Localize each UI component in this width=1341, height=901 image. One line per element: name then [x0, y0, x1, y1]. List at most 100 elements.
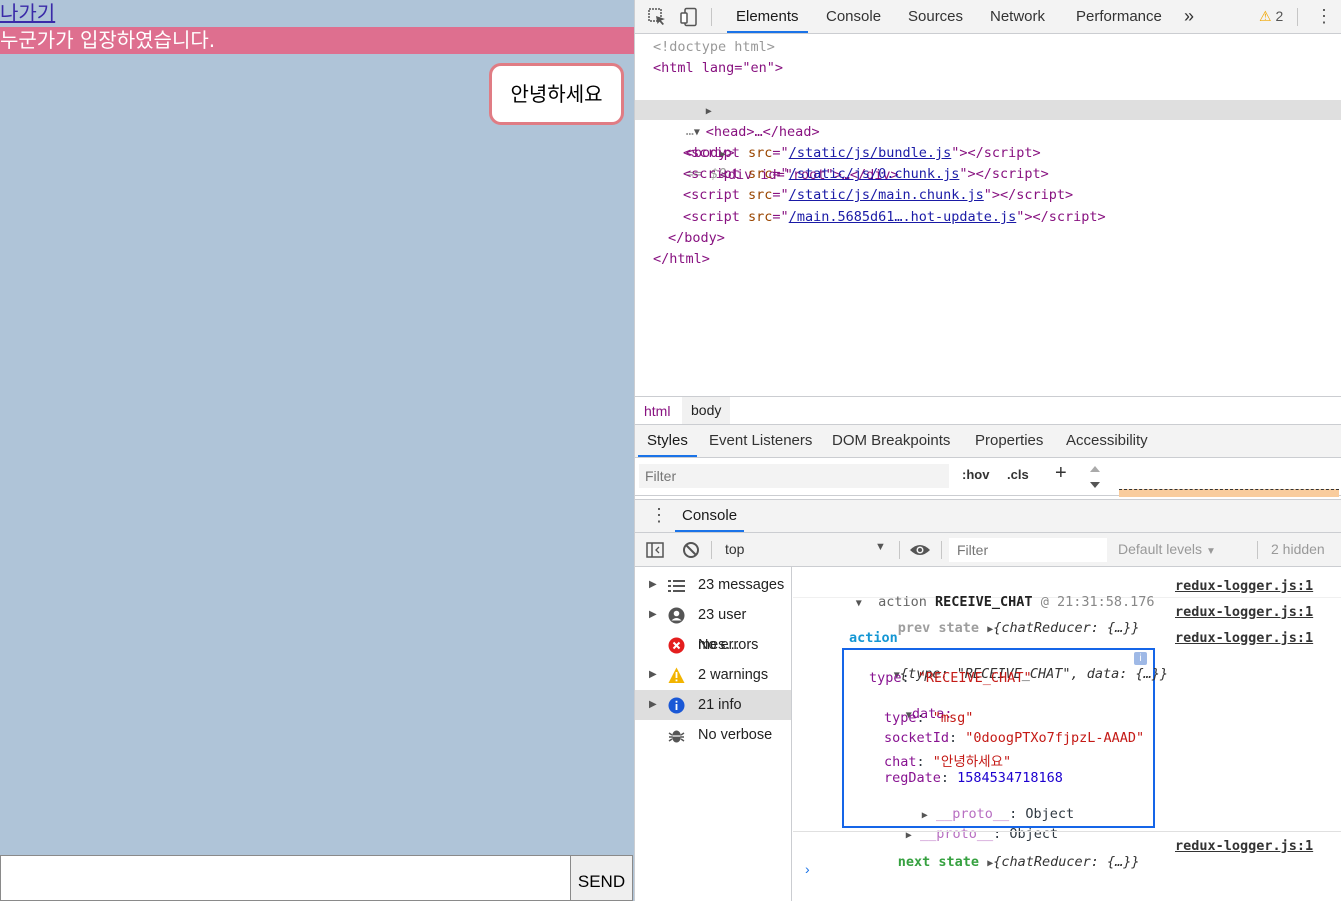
- data-type-line: type: "msg": [884, 710, 974, 726]
- tab-network[interactable]: Network: [990, 0, 1045, 33]
- source-link[interactable]: redux-logger.js:1: [1175, 630, 1313, 646]
- box-model-preview: [1119, 489, 1339, 497]
- reg-date-line: regDate: 1584534718168: [884, 770, 1063, 786]
- breadcrumb: html body: [635, 396, 1341, 425]
- tab-console[interactable]: Console: [826, 0, 881, 33]
- script-node[interactable]: <script src="/static/js/main.chunk.js"><…: [683, 185, 1073, 206]
- next-state-label: next state: [897, 854, 980, 870]
- join-notice: 누군가가 입장하였습니다.: [0, 27, 634, 54]
- toolbar-separator: [899, 541, 900, 559]
- expand-triangle-icon[interactable]: ▶: [649, 600, 657, 630]
- script-src-link[interactable]: /static/js/bundle.js: [789, 145, 952, 161]
- clear-console-icon[interactable]: [682, 541, 700, 559]
- devtools-panel: Elements Console Sources Network Perform…: [634, 0, 1341, 901]
- cls-toggle[interactable]: .cls: [1007, 467, 1029, 482]
- exit-link[interactable]: 나가기: [0, 0, 55, 27]
- script-node[interactable]: <script src="/static/js/0.chunk.js"></sc…: [683, 164, 1049, 185]
- devtools-toolbar: Elements Console Sources Network Perform…: [635, 0, 1341, 34]
- hov-toggle[interactable]: :hov: [962, 467, 989, 482]
- data-type-value: "msg": [932, 710, 974, 726]
- script-node[interactable]: <script src="/static/js/bundle.js"></scr…: [683, 143, 1041, 164]
- warning-icon: ⚠: [1259, 8, 1272, 24]
- tab-sources[interactable]: Sources: [908, 0, 963, 33]
- sidebar-item-info[interactable]: ▶ 21 info: [635, 690, 791, 720]
- action-label: action: [849, 630, 898, 646]
- source-link[interactable]: redux-logger.js:1: [1175, 604, 1313, 620]
- info-icon: [668, 697, 685, 714]
- sidebar-item-warnings[interactable]: ▶ 2 warnings: [635, 660, 791, 690]
- type-line: type: "RECEIVE_CHAT": [869, 670, 1032, 686]
- bug-icon: [668, 730, 685, 743]
- scroll-arrows-icon[interactable]: [1088, 462, 1102, 492]
- script-src-link[interactable]: /main.5685d61….hot-update.js: [789, 209, 1017, 225]
- sidebar-item-user-messages[interactable]: ▶ 23 user mes…: [635, 600, 791, 653]
- html-node[interactable]: <html lang="en">: [653, 58, 783, 79]
- socket-id-line: socketId: "0doogPTXo7fjpzL-AAAD": [884, 730, 1145, 746]
- source-link[interactable]: redux-logger.js:1: [1175, 578, 1313, 594]
- styles-filter-bar: :hov .cls +: [635, 459, 1341, 497]
- script-src-link[interactable]: /static/js/0.chunk.js: [789, 166, 960, 182]
- log-levels-label: Default levels: [1118, 541, 1203, 557]
- sidebar-item-messages[interactable]: ▶ 23 messages: [635, 570, 791, 600]
- expand-triangle-icon[interactable]: ▶: [649, 660, 657, 690]
- script-node[interactable]: <script src="/main.5685d61….hot-update.j…: [683, 207, 1106, 228]
- tab-event-listeners[interactable]: Event Listeners: [709, 425, 812, 457]
- script-src-link[interactable]: /static/js/main.chunk.js: [789, 187, 984, 203]
- dom-tree: <!doctype html> <html lang="en"> ▶ <head…: [635, 35, 1341, 395]
- source-link[interactable]: redux-logger.js:1: [1175, 838, 1313, 854]
- styles-filter-input[interactable]: [639, 464, 949, 488]
- html-close-tag[interactable]: </html>: [653, 249, 710, 270]
- next-state-line[interactable]: next state ▶{chatReducer: {…}}: [849, 838, 1140, 886]
- socket-id-value: "0doogPTXo7fjpzL-AAAD": [965, 730, 1145, 746]
- new-style-rule-icon[interactable]: +: [1055, 462, 1067, 485]
- console-sidebar: ▶ 23 messages ▶ 23 user mes… No errors ▶…: [635, 567, 792, 901]
- sidebar-item-label: No verbose: [698, 727, 773, 743]
- hidden-count: 2 hidden: [1271, 541, 1325, 557]
- tab-elements[interactable]: Elements: [727, 0, 808, 33]
- expand-triangle-icon[interactable]: ▶: [649, 570, 657, 600]
- more-tabs-button[interactable]: »: [1184, 0, 1194, 33]
- sidebar-item-label: 21 info: [698, 697, 742, 713]
- chat-input[interactable]: [0, 855, 570, 901]
- doctype-node[interactable]: <!doctype html>: [653, 37, 775, 58]
- tab-accessibility[interactable]: Accessibility: [1066, 425, 1148, 457]
- device-toolbar-icon[interactable]: [679, 7, 699, 27]
- drawer-menu-icon[interactable]: ⋮: [650, 505, 668, 526]
- warning-count: 2: [1275, 8, 1284, 24]
- chat-line: chat: "안녕하세요": [884, 754, 1012, 770]
- tab-properties[interactable]: Properties: [975, 425, 1043, 457]
- expand-triangle-icon[interactable]: ▶: [649, 690, 657, 720]
- more-options-icon[interactable]: ⋮: [1315, 0, 1333, 33]
- console-log: ▼ action RECEIVE_CHAT @ 21:31:58.176 red…: [793, 567, 1341, 901]
- eye-icon[interactable]: [909, 543, 931, 557]
- toolbar-separator: [941, 541, 942, 559]
- warning-icon: [668, 667, 685, 683]
- toolbar-separator: [1257, 541, 1258, 559]
- sidebar-item-label: 2 warnings: [698, 667, 769, 683]
- tab-styles[interactable]: Styles: [638, 425, 697, 457]
- info-badge-icon[interactable]: i: [1134, 652, 1147, 665]
- log-levels-dropdown[interactable]: Default levels ▼: [1118, 541, 1216, 557]
- styles-tabbar: Styles Event Listeners DOM Breakpoints P…: [635, 425, 1341, 458]
- inspect-element-icon[interactable]: [647, 7, 667, 27]
- warnings-badge[interactable]: ⚠ 2: [1259, 0, 1283, 33]
- breadcrumb-html[interactable]: html: [644, 403, 670, 419]
- tab-performance[interactable]: Performance: [1076, 0, 1162, 33]
- console-toolbar: top ▼ Default levels ▼ 2 hidden: [635, 533, 1341, 567]
- breadcrumb-body[interactable]: body: [682, 397, 731, 424]
- console-filter-input[interactable]: [949, 538, 1107, 562]
- context-selector[interactable]: top: [725, 541, 889, 557]
- tab-dom-breakpoints[interactable]: DOM Breakpoints: [832, 425, 950, 457]
- dropdown-arrow-icon[interactable]: ▼: [875, 541, 886, 553]
- sidebar-toggle-icon[interactable]: [646, 542, 664, 558]
- dropdown-arrow-icon: ▼: [1205, 546, 1216, 557]
- sidebar-item-errors[interactable]: No errors: [635, 630, 791, 660]
- console-prompt-icon[interactable]: ›: [805, 861, 810, 877]
- sidebar-item-label: No errors: [698, 637, 759, 653]
- body-close-tag[interactable]: </body>: [668, 228, 725, 249]
- list-icon: [668, 580, 685, 592]
- user-icon: [668, 607, 685, 624]
- drawer-tab-console[interactable]: Console: [675, 500, 745, 532]
- send-button[interactable]: SEND: [570, 855, 633, 901]
- sidebar-item-verbose[interactable]: No verbose: [635, 720, 791, 750]
